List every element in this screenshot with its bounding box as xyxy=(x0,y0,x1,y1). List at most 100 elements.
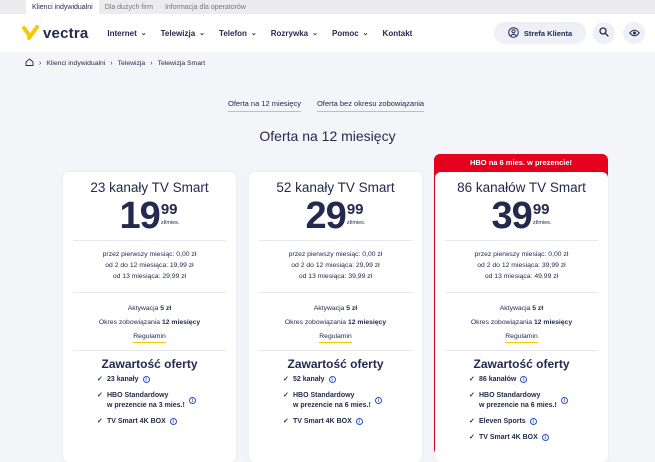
price-unit: zł/mies. xyxy=(346,220,366,226)
info-icon[interactable]: i xyxy=(355,418,363,425)
nav-rozrywka[interactable]: Rozrywka ⌄ xyxy=(271,29,318,38)
divider xyxy=(259,350,412,351)
vectra-logo[interactable]: vectra xyxy=(22,25,88,42)
feature-label: HBO Standardowy w prezencie na 3 mies.! xyxy=(107,391,185,411)
term-line: przez pierwszy miesiąc: 0,00 zł xyxy=(288,251,383,258)
info-icon[interactable]: i xyxy=(188,397,196,404)
divider xyxy=(259,292,412,293)
nav-internet[interactable]: Internet ⌄ xyxy=(107,29,146,38)
check-icon: ✓ xyxy=(469,418,475,425)
nav-pomoc[interactable]: Pomoc ⌄ xyxy=(332,29,369,38)
feature-line: w prezencie na 6 mies.! xyxy=(293,402,371,409)
nav-telefon[interactable]: Telefon ⌄ xyxy=(219,29,257,38)
logo-text: vectra xyxy=(43,24,89,42)
feature-item: ✓ 86 kanałów i xyxy=(469,375,568,385)
feature-item: ✓ HBO Standardowy w prezencie na 6 mies.! i xyxy=(283,391,382,411)
commitment-label: Okres zobowiązania xyxy=(470,319,533,326)
plan-price: 39 99 zł/mies. xyxy=(435,196,608,236)
offer-tabs: Oferta na 12 miesięcy Oferta bez okresu … xyxy=(228,99,425,112)
regulamin-link[interactable]: Regulamin xyxy=(319,332,352,343)
divider xyxy=(445,350,598,351)
price-unit: zł/mies. xyxy=(160,220,180,226)
tab-no-commitment[interactable]: Oferta bez okresu zobowiązania xyxy=(316,99,425,112)
content-title: Zawartość oferty xyxy=(473,357,570,371)
feature-label: 52 kanały xyxy=(293,376,325,383)
plan-title: 23 kanały TV Smart xyxy=(90,180,209,195)
nav-label: Pomoc xyxy=(332,28,359,38)
feature-item: ✓ HBO Standardowy w prezencie na 6 mies.! i xyxy=(469,391,568,411)
feature-item: ✓ Eleven Sports i xyxy=(469,417,568,427)
price-side: 99 zł/mies. xyxy=(161,196,180,236)
chevron-right-icon: › xyxy=(110,59,113,67)
breadcrumb-item[interactable]: Klienci indywidualni xyxy=(46,60,105,67)
activation-info: Aktywacja 5 zł Okres zobowiązania 12 mie… xyxy=(63,302,236,344)
price-integer: 39 xyxy=(491,195,533,237)
price-decimal: 99 xyxy=(346,201,364,218)
tab-12-months[interactable]: Oferta na 12 miesięcy xyxy=(228,99,301,112)
search-icon xyxy=(599,24,609,42)
term-line: od 13 miesiąca: 49,99 zł xyxy=(484,273,559,280)
plan-title: 52 kanały TV Smart xyxy=(276,180,395,195)
breadcrumb: › Klienci indywidualni › Telewizja › Tel… xyxy=(25,58,205,68)
chevron-down-icon: ⌄ xyxy=(140,30,147,37)
plan-card: 23 kanały TV Smart 19 99 zł/mies. przez … xyxy=(63,172,236,462)
chevron-right-icon: › xyxy=(39,59,42,67)
activation-value: 5 zł xyxy=(532,305,544,312)
check-icon: ✓ xyxy=(97,392,103,399)
feature-line: HBO Standardowy xyxy=(479,392,541,399)
price-terms: przez pierwszy miesiąc: 0,00 zł od 2 do … xyxy=(249,249,422,282)
main-header: vectra Internet ⌄ Telewizja ⌄ Telefon ⌄ Roz… xyxy=(0,14,655,52)
breadcrumb-current: Telewizja Smart xyxy=(157,59,206,67)
commitment-label: Okres zobowiązania xyxy=(284,319,347,326)
nav-kontakt[interactable]: Kontakt xyxy=(383,29,413,38)
nav-label: Telewizja xyxy=(160,28,196,38)
segment-tab-individual[interactable]: Klienci indywidualni xyxy=(26,0,99,14)
segment-bar: Klienci indywidualni Dla dużych firm Inf… xyxy=(0,0,655,14)
info-icon[interactable]: i xyxy=(520,376,528,383)
plan-card: 86 kanałów TV Smart 39 99 zł/mies. przez… xyxy=(435,172,608,462)
divider xyxy=(73,240,226,241)
segment-tab-operators[interactable]: Informacja dla operatorów xyxy=(159,0,252,14)
feature-line: HBO Standardowy xyxy=(293,392,355,399)
feature-label: Eleven Sports xyxy=(479,418,526,425)
nav-telewizja[interactable]: Telewizja ⌄ xyxy=(161,29,205,38)
strefa-klienta-button[interactable]: Strefa Klienta xyxy=(494,22,586,44)
info-icon[interactable]: i xyxy=(142,376,150,383)
price-terms: przez pierwszy miesiąc: 0,00 zł od 2 do … xyxy=(63,249,236,282)
commitment-value: 12 miesięcy xyxy=(161,319,201,326)
regulamin-link[interactable]: Regulamin xyxy=(505,332,538,343)
regulamin-link[interactable]: Regulamin xyxy=(133,332,166,343)
breadcrumb-item[interactable]: Telewizja xyxy=(118,60,146,67)
plan-title: 86 kanałów TV Smart xyxy=(457,180,586,195)
info-icon[interactable]: i xyxy=(529,418,537,425)
feature-label: TV Smart 4K BOX xyxy=(107,418,166,425)
price-decimal: 99 xyxy=(532,201,550,218)
chevron-down-icon: ⌄ xyxy=(250,30,257,37)
home-icon[interactable] xyxy=(25,58,34,68)
divider xyxy=(73,292,226,293)
info-icon[interactable]: i xyxy=(541,434,549,441)
user-icon xyxy=(508,26,519,40)
info-icon[interactable]: i xyxy=(328,376,336,383)
eye-icon xyxy=(628,24,640,42)
plan-price: 29 99 zł/mies. xyxy=(249,196,422,236)
price-decimal: 99 xyxy=(160,201,178,218)
segment-tab-business[interactable]: Dla dużych firm xyxy=(99,0,159,14)
feature-item: ✓ TV Smart 4K BOX i xyxy=(469,433,568,443)
activation-info: Aktywacja 5 zł Okres zobowiązania 12 mie… xyxy=(435,302,608,344)
feature-item: ✓ 52 kanały i xyxy=(283,375,382,385)
section-title: Oferta na 12 miesięcy xyxy=(259,128,396,144)
chevron-down-icon: ⌄ xyxy=(362,30,369,37)
term-line: przez pierwszy miesiąc: 0,00 zł xyxy=(102,251,197,258)
price-side: 99 zł/mies. xyxy=(533,196,552,236)
nav-label: Internet xyxy=(107,28,137,38)
info-icon[interactable]: i xyxy=(560,397,568,404)
price-integer: 29 xyxy=(305,195,347,237)
info-icon[interactable]: i xyxy=(169,418,177,425)
chevron-right-icon: › xyxy=(150,59,153,67)
info-icon[interactable]: i xyxy=(374,397,382,404)
feature-item: ✓ 23 kanały i xyxy=(97,375,196,385)
nav-label: Telefon xyxy=(219,28,247,38)
accessibility-button[interactable] xyxy=(623,22,645,44)
search-button[interactable] xyxy=(593,22,615,44)
